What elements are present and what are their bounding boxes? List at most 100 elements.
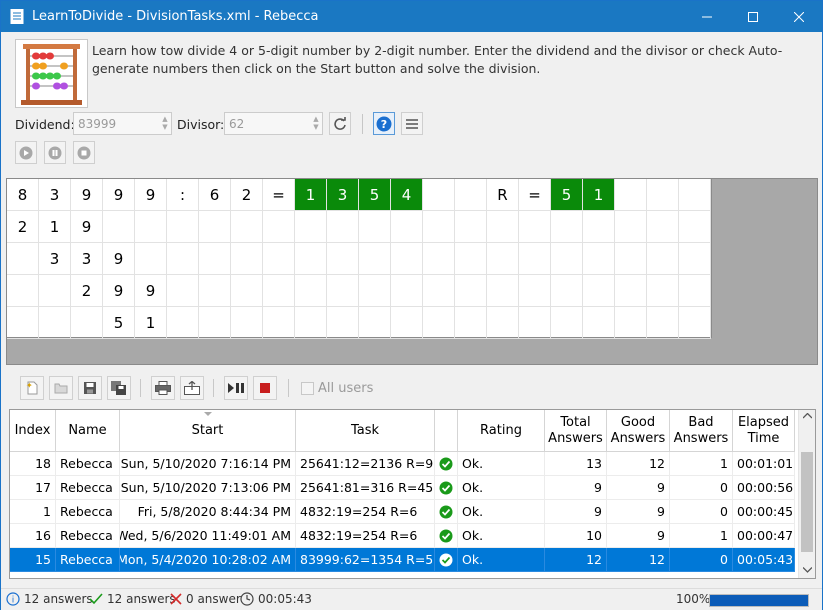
division-grid[interactable]: 8 3 9 9 9:6 2 = 1 3 5 4 R = 5 1 2 1 9 3 3 9 2 9 9 5 1 [7, 179, 712, 339]
grid-cell[interactable] [423, 307, 455, 339]
grid-cell[interactable] [423, 179, 455, 211]
grid-cell[interactable] [455, 211, 487, 243]
grid-cell[interactable] [583, 211, 615, 243]
column-header[interactable]: Task [296, 410, 435, 452]
grid-cell[interactable] [327, 275, 359, 307]
grid-cell[interactable] [455, 275, 487, 307]
new-button[interactable]: ✦ [20, 376, 44, 400]
spinner-arrows-icon[interactable]: ▲ ▼ [312, 115, 320, 132]
grid-cell[interactable]: 2 [7, 211, 39, 243]
grid-cell[interactable] [647, 307, 679, 339]
minimize-button[interactable] [684, 1, 730, 32]
refresh-button[interactable] [329, 112, 351, 135]
grid-cell[interactable]: 2 [231, 179, 263, 211]
grid-cell[interactable] [359, 243, 391, 275]
grid-cell[interactable] [71, 307, 103, 339]
grid-cell[interactable]: 9 [135, 179, 167, 211]
grid-cell[interactable]: 9 [71, 179, 103, 211]
grid-cell[interactable] [167, 307, 199, 339]
spinner-arrows-icon[interactable]: ▲ ▼ [161, 115, 169, 132]
grid-cell[interactable] [263, 211, 295, 243]
grid-cell[interactable] [199, 243, 231, 275]
grid-cell[interactable]: 5 [551, 179, 583, 211]
pause-button[interactable] [44, 141, 66, 164]
stop-button[interactable] [73, 141, 95, 164]
grid-cell[interactable] [359, 275, 391, 307]
grid-cell[interactable] [167, 243, 199, 275]
grid-cell[interactable] [39, 275, 71, 307]
grid-cell[interactable] [359, 307, 391, 339]
grid-cell[interactable] [327, 243, 359, 275]
grid-cell[interactable] [551, 275, 583, 307]
grid-cell[interactable]: 9 [103, 179, 135, 211]
grid-cell[interactable] [359, 211, 391, 243]
grid-cell[interactable]: 6 [199, 179, 231, 211]
divisor-input[interactable]: 62 ▲ ▼ [224, 112, 323, 135]
grid-cell[interactable] [551, 211, 583, 243]
grid-cell[interactable] [679, 179, 711, 211]
vertical-scrollbar[interactable] [798, 410, 815, 578]
grid-cell[interactable] [167, 275, 199, 307]
play-pause-button[interactable] [224, 376, 248, 400]
grid-cell[interactable] [295, 211, 327, 243]
grid-cell[interactable] [455, 307, 487, 339]
grid-cell[interactable] [263, 307, 295, 339]
grid-cell[interactable]: 3 [39, 243, 71, 275]
title-bar[interactable]: LearnToDivide - DivisionTasks.xml - Rebe… [1, 1, 822, 32]
grid-cell[interactable] [199, 211, 231, 243]
column-header[interactable]: Good Answers [607, 410, 670, 452]
grid-cell[interactable]: 8 [7, 179, 39, 211]
grid-cell[interactable] [679, 275, 711, 307]
grid-cell[interactable] [519, 307, 551, 339]
grid-cell[interactable] [231, 243, 263, 275]
column-header[interactable]: Rating [458, 410, 545, 452]
grid-cell[interactable] [519, 275, 551, 307]
grid-cell[interactable]: 3 [327, 179, 359, 211]
grid-cell[interactable] [487, 275, 519, 307]
column-header[interactable]: Index [10, 410, 56, 452]
grid-cell[interactable]: = [519, 179, 551, 211]
grid-cell[interactable] [615, 307, 647, 339]
record-stop-button[interactable] [253, 376, 277, 400]
column-header[interactable]: Total Answers [545, 410, 607, 452]
grid-cell[interactable] [615, 275, 647, 307]
grid-cell[interactable] [647, 275, 679, 307]
grid-cell[interactable] [423, 211, 455, 243]
grid-cell[interactable] [647, 211, 679, 243]
grid-cell[interactable] [103, 211, 135, 243]
grid-cell[interactable] [391, 307, 423, 339]
grid-cell[interactable]: 3 [71, 243, 103, 275]
grid-cell[interactable] [423, 243, 455, 275]
grid-cell[interactable] [295, 307, 327, 339]
grid-cell[interactable] [327, 211, 359, 243]
grid-cell[interactable] [455, 243, 487, 275]
export-button[interactable] [180, 376, 204, 400]
grid-cell[interactable]: = [263, 179, 295, 211]
grid-cell[interactable] [487, 243, 519, 275]
start-button[interactable] [15, 141, 37, 164]
grid-cell[interactable] [263, 275, 295, 307]
grid-cell[interactable] [199, 307, 231, 339]
close-button[interactable] [776, 1, 822, 32]
grid-cell[interactable] [615, 179, 647, 211]
grid-cell[interactable] [519, 211, 551, 243]
grid-cell[interactable] [39, 307, 71, 339]
grid-cell[interactable] [391, 243, 423, 275]
dividend-input[interactable]: 83999 ▲ ▼ [73, 112, 172, 135]
grid-cell[interactable] [7, 243, 39, 275]
menu-button[interactable] [401, 112, 423, 135]
grid-cell[interactable] [647, 179, 679, 211]
grid-cell[interactable] [679, 243, 711, 275]
grid-cell[interactable] [551, 307, 583, 339]
maximize-button[interactable] [730, 1, 776, 32]
grid-cell[interactable]: 4 [391, 179, 423, 211]
grid-cell[interactable] [615, 243, 647, 275]
open-button[interactable] [49, 376, 73, 400]
grid-cell[interactable] [7, 275, 39, 307]
grid-cell[interactable]: 5 [103, 307, 135, 339]
column-header[interactable]: Bad Answers [670, 410, 733, 452]
grid-cell[interactable] [583, 307, 615, 339]
grid-cell[interactable] [583, 275, 615, 307]
scroll-down-icon[interactable] [803, 567, 812, 573]
grid-cell[interactable] [295, 243, 327, 275]
